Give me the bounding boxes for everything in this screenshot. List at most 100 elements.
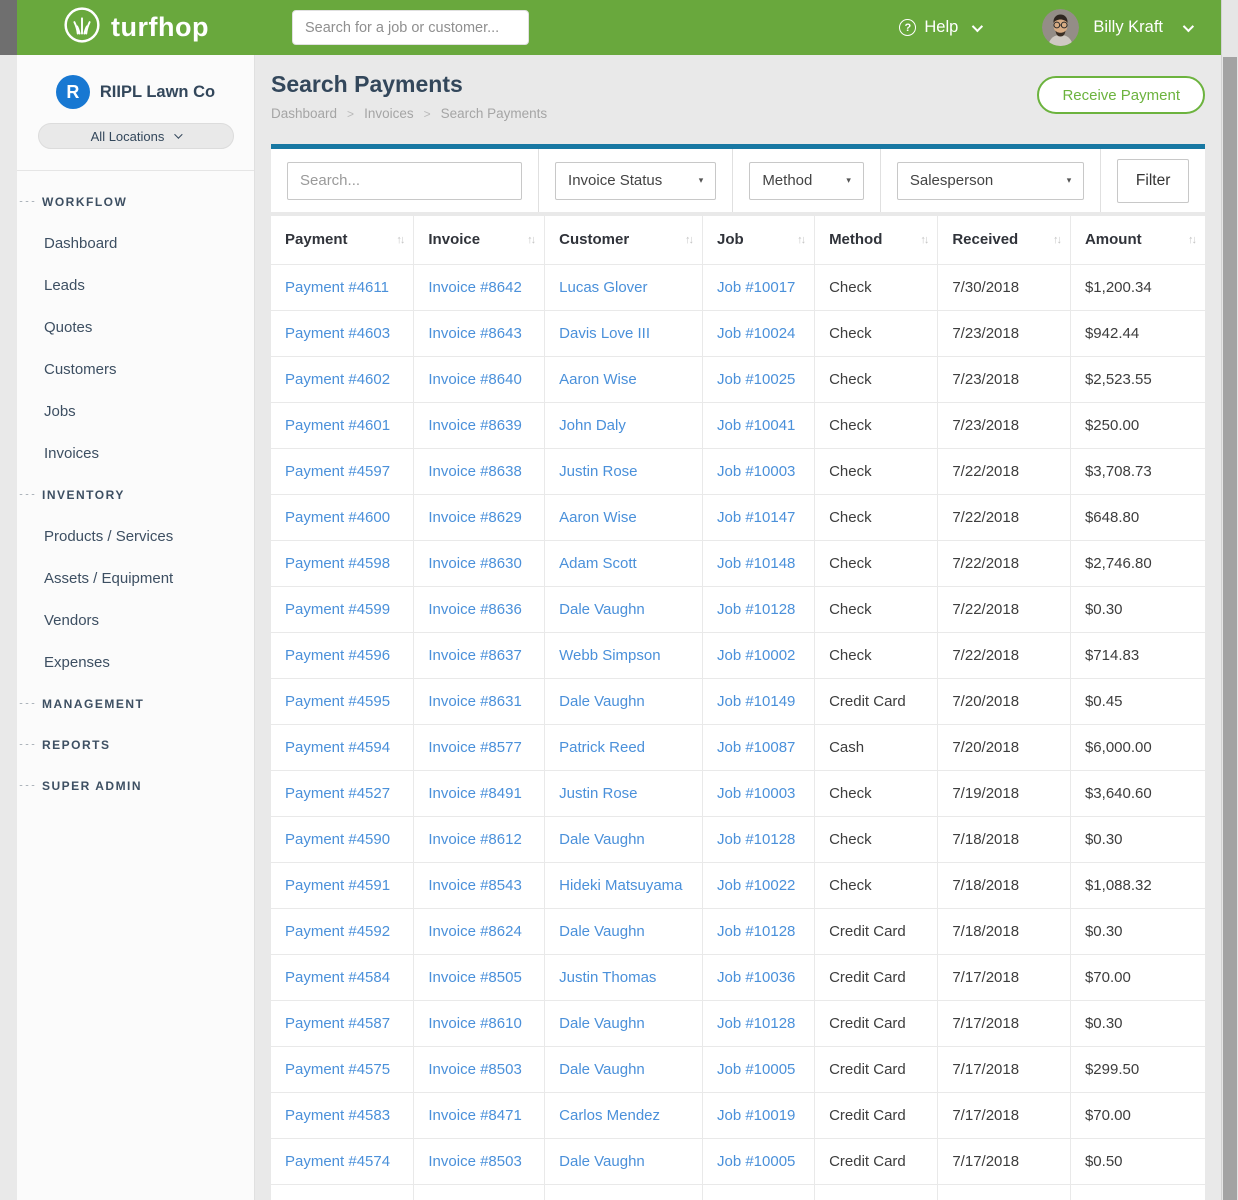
- invoice-link[interactable]: Invoice #8491: [428, 785, 521, 802]
- customer-link[interactable]: Dale Vaughn: [559, 831, 645, 848]
- sort-icon[interactable]: ↑↓: [527, 234, 534, 246]
- invoice-link[interactable]: Invoice #8503: [428, 1153, 521, 1170]
- invoice-link[interactable]: Invoice #8471: [428, 1107, 521, 1124]
- customer-link[interactable]: Hideki Matsuyama: [559, 877, 682, 894]
- job-link[interactable]: Job #10147: [717, 509, 795, 526]
- job-link[interactable]: Job #10002: [717, 647, 795, 664]
- payment-link[interactable]: Payment #4584: [285, 969, 390, 986]
- sidebar-item-customers[interactable]: Customers: [17, 348, 254, 390]
- payment-link[interactable]: Payment #4587: [285, 1015, 390, 1032]
- job-link[interactable]: Job #10036: [717, 969, 795, 986]
- column-header-amount[interactable]: Amount↑↓: [1070, 216, 1205, 264]
- invoice-link[interactable]: Invoice #8612: [428, 831, 521, 848]
- invoice-link[interactable]: Invoice #8624: [428, 923, 521, 940]
- job-link[interactable]: Job #10019: [717, 1107, 795, 1124]
- customer-link[interactable]: Lucas Glover: [559, 279, 647, 296]
- payment-link[interactable]: Payment #4595: [285, 693, 390, 710]
- job-link[interactable]: Job #10003: [717, 785, 795, 802]
- job-link[interactable]: Job #10128: [717, 923, 795, 940]
- column-header-payment[interactable]: Payment↑↓: [271, 216, 414, 264]
- payment-link[interactable]: Payment #4598: [285, 555, 390, 572]
- job-link[interactable]: Job #10003: [717, 463, 795, 480]
- job-link[interactable]: Job #10005: [717, 1153, 795, 1170]
- sort-icon[interactable]: ↑↓: [920, 234, 927, 246]
- payment-link[interactable]: Payment #4590: [285, 831, 390, 848]
- invoice-link[interactable]: Invoice #8642: [428, 279, 521, 296]
- sidebar-item-dashboard[interactable]: Dashboard: [17, 222, 254, 264]
- payment-link[interactable]: Payment #4583: [285, 1107, 390, 1124]
- sort-icon[interactable]: ↑↓: [685, 234, 692, 246]
- customer-link[interactable]: Dale Vaughn: [559, 601, 645, 618]
- customer-link[interactable]: Dale Vaughn: [559, 923, 645, 940]
- filter-button[interactable]: Filter: [1117, 159, 1189, 203]
- payments-search-input[interactable]: [287, 162, 522, 200]
- column-header-invoice[interactable]: Invoice↑↓: [414, 216, 545, 264]
- vertical-scrollbar[interactable]: [1221, 0, 1238, 1200]
- method-select[interactable]: Method ▾: [749, 162, 864, 200]
- job-link[interactable]: Job #10022: [717, 877, 795, 894]
- payment-link[interactable]: Payment #4603: [285, 325, 390, 342]
- sidebar-item-leads[interactable]: Leads: [17, 264, 254, 306]
- receive-payment-button[interactable]: Receive Payment: [1037, 76, 1205, 114]
- invoice-link[interactable]: Invoice #8577: [428, 739, 521, 756]
- invoice-link[interactable]: Invoice #8639: [428, 417, 521, 434]
- job-link[interactable]: Job #10005: [717, 1061, 795, 1078]
- customer-link[interactable]: Dale Vaughn: [559, 1061, 645, 1078]
- sort-icon[interactable]: ↑↓: [1053, 234, 1060, 246]
- column-header-customer[interactable]: Customer↑↓: [545, 216, 703, 264]
- invoice-link[interactable]: Invoice #8505: [428, 969, 521, 986]
- customer-link[interactable]: John Daly: [559, 417, 626, 434]
- customer-link[interactable]: Justin Rose: [559, 785, 637, 802]
- column-header-job[interactable]: Job↑↓: [702, 216, 814, 264]
- customer-link[interactable]: Justin Rose: [559, 463, 637, 480]
- customer-link[interactable]: Carlos Mendez: [559, 1107, 660, 1124]
- customer-link[interactable]: Dale Vaughn: [559, 1015, 645, 1032]
- app-logo[interactable]: turfhop: [63, 6, 209, 49]
- customer-link[interactable]: Davis Love III: [559, 325, 650, 342]
- sidebar-item-jobs[interactable]: Jobs: [17, 390, 254, 432]
- invoice-link[interactable]: Invoice #8630: [428, 555, 521, 572]
- sidebar-item-expenses[interactable]: Expenses: [17, 641, 254, 683]
- customer-link[interactable]: Dale Vaughn: [559, 1153, 645, 1170]
- job-link[interactable]: Job #10087: [717, 739, 795, 756]
- customer-link[interactable]: Justin Thomas: [559, 969, 656, 986]
- payment-link[interactable]: Payment #4602: [285, 371, 390, 388]
- job-link[interactable]: Job #10148: [717, 555, 795, 572]
- sidebar-section-inventory[interactable]: ---INVENTORY: [17, 474, 254, 515]
- invoice-link[interactable]: Invoice #8503: [428, 1061, 521, 1078]
- sidebar-section-management[interactable]: ---MANAGEMENT: [17, 683, 254, 724]
- payment-link[interactable]: Payment #4599: [285, 601, 390, 618]
- payment-link[interactable]: Payment #4594: [285, 739, 390, 756]
- breadcrumb-item-search-payments[interactable]: Search Payments: [441, 106, 548, 121]
- invoice-link[interactable]: Invoice #8637: [428, 647, 521, 664]
- payment-link[interactable]: Payment #4601: [285, 417, 390, 434]
- invoice-link[interactable]: Invoice #8610: [428, 1015, 521, 1032]
- job-link[interactable]: Job #10128: [717, 601, 795, 618]
- job-link[interactable]: Job #10017: [717, 279, 795, 296]
- customer-link[interactable]: Webb Simpson: [559, 647, 660, 664]
- invoice-link[interactable]: Invoice #8638: [428, 463, 521, 480]
- sidebar-section-reports[interactable]: ---REPORTS: [17, 724, 254, 765]
- invoice-link[interactable]: Invoice #8643: [428, 325, 521, 342]
- scrollbar-thumb[interactable]: [1223, 57, 1237, 1200]
- column-header-received[interactable]: Received↑↓: [938, 216, 1071, 264]
- breadcrumb-item-invoices[interactable]: Invoices: [364, 106, 414, 121]
- column-header-method[interactable]: Method↑↓: [815, 216, 938, 264]
- job-link[interactable]: Job #10149: [717, 693, 795, 710]
- payment-link[interactable]: Payment #4597: [285, 463, 390, 480]
- invoice-link[interactable]: Invoice #8631: [428, 693, 521, 710]
- sidebar-section-workflow[interactable]: ---WORKFLOW: [17, 181, 254, 222]
- sidebar-item-vendors[interactable]: Vendors: [17, 599, 254, 641]
- breadcrumb-item-dashboard[interactable]: Dashboard: [271, 106, 337, 121]
- payment-link[interactable]: Payment #4611: [285, 279, 389, 296]
- sort-icon[interactable]: ↑↓: [1188, 234, 1195, 246]
- payment-link[interactable]: Payment #4591: [285, 877, 390, 894]
- invoice-link[interactable]: Invoice #8636: [428, 601, 521, 618]
- sort-icon[interactable]: ↑↓: [396, 234, 403, 246]
- sidebar-section-super-admin[interactable]: ---SUPER ADMIN: [17, 765, 254, 806]
- payment-link[interactable]: Payment #4592: [285, 923, 390, 940]
- invoice-link[interactable]: Invoice #8629: [428, 509, 521, 526]
- payment-link[interactable]: Payment #4575: [285, 1061, 390, 1078]
- customer-link[interactable]: Patrick Reed: [559, 739, 645, 756]
- job-link[interactable]: Job #10128: [717, 1015, 795, 1032]
